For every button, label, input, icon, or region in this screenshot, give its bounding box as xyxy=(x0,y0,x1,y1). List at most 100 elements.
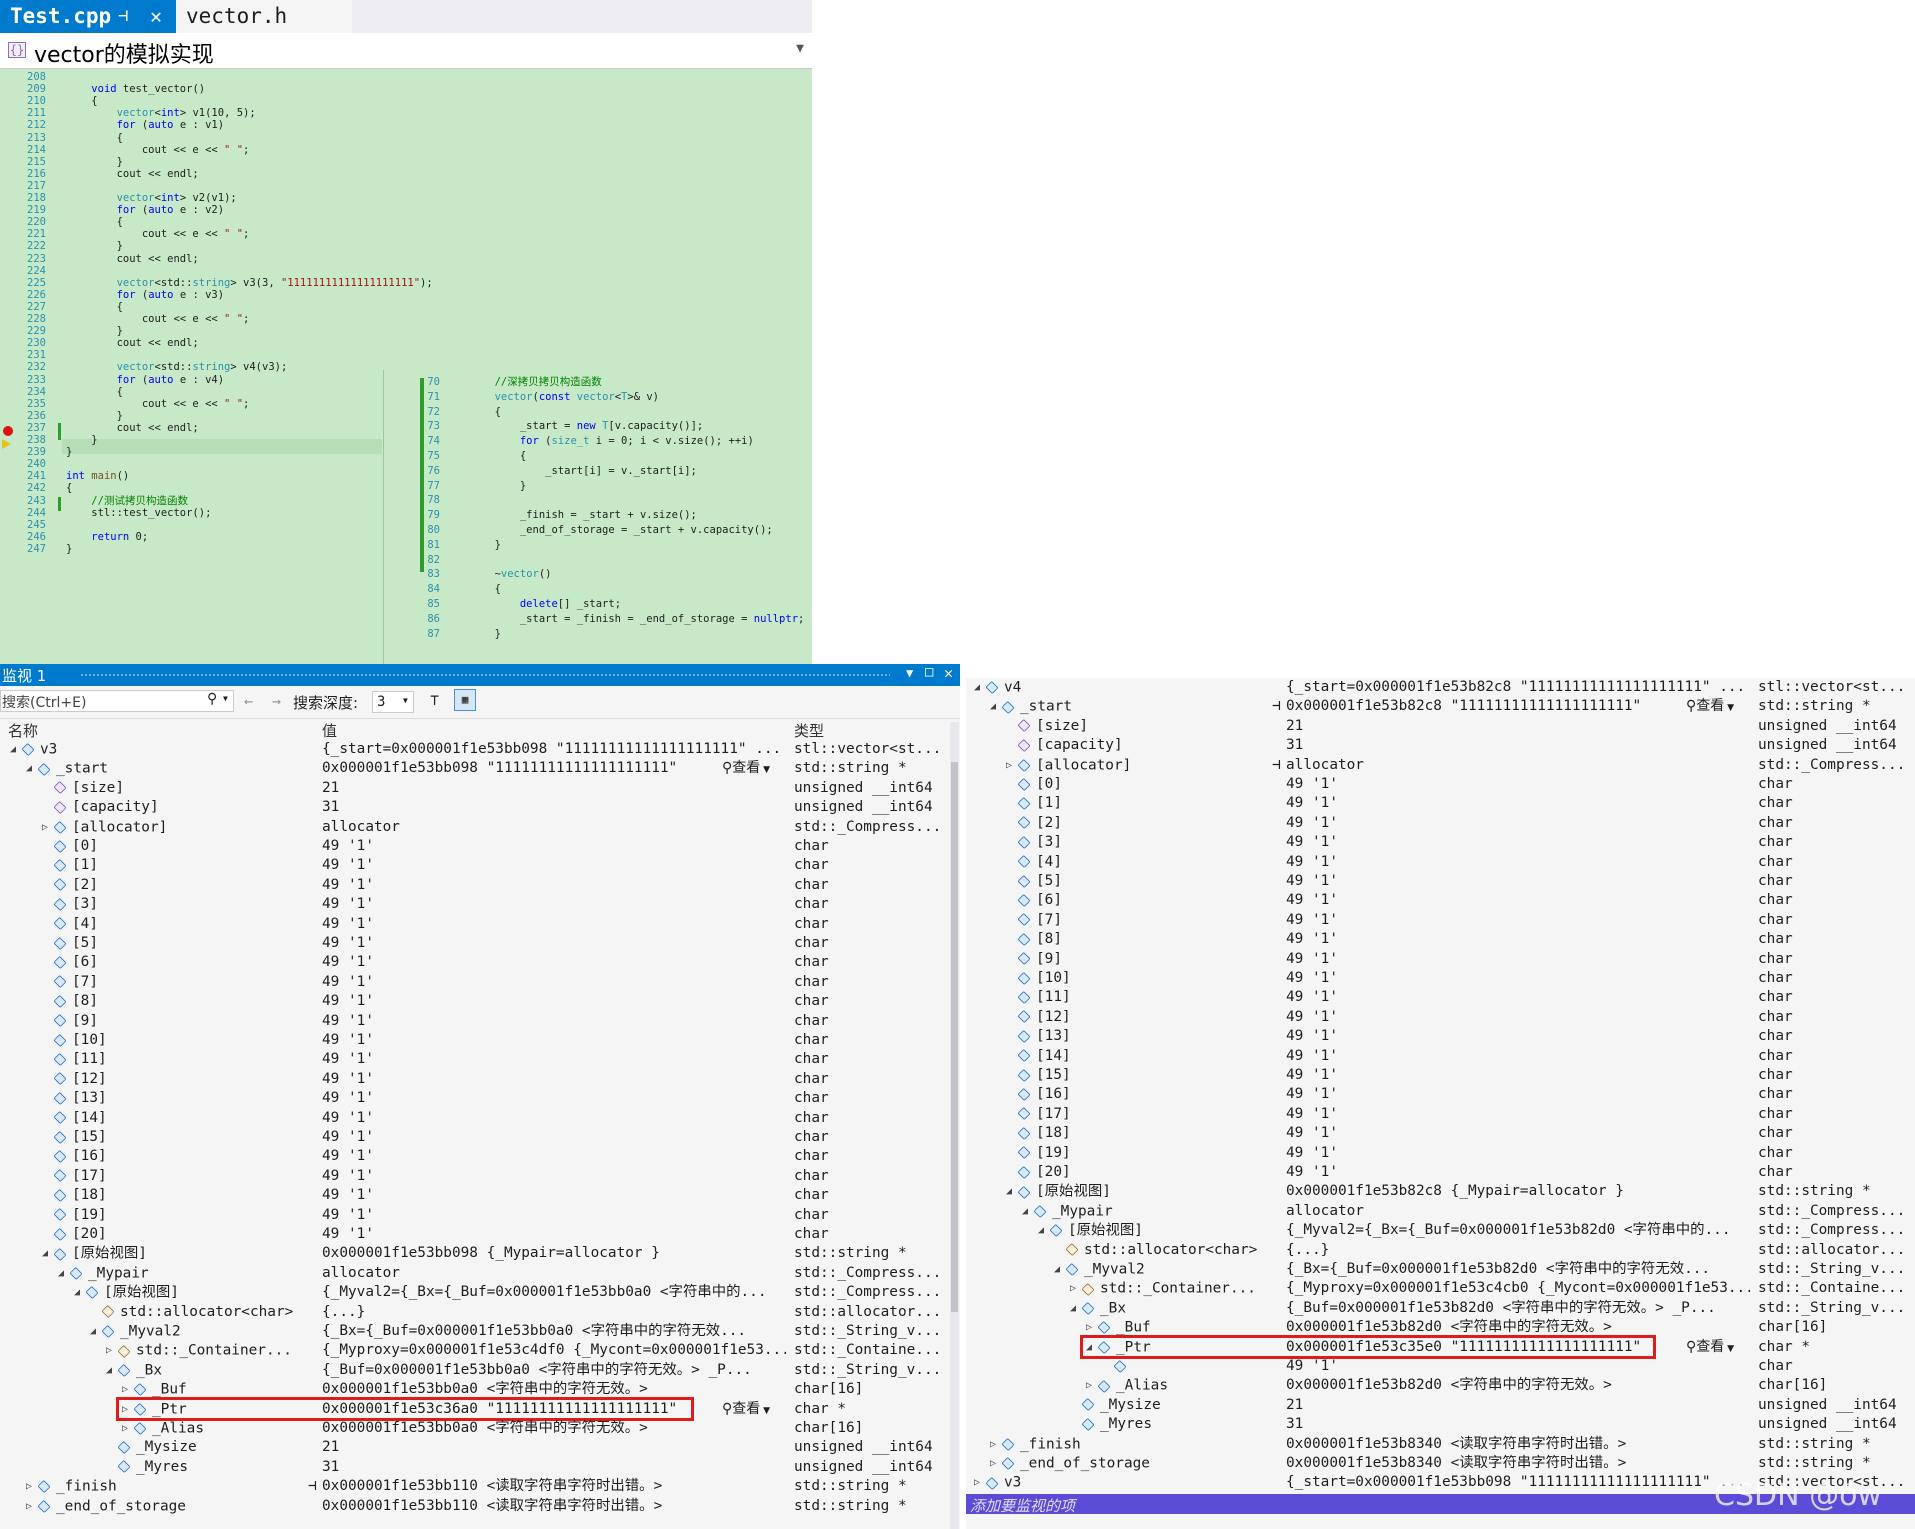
value-cell[interactable]: 49 '1' xyxy=(1286,872,1750,891)
value-cell[interactable]: 49 '1' xyxy=(1286,853,1750,872)
dropdown-icon[interactable]: ▼ xyxy=(906,666,913,680)
collapse-icon[interactable]: ◢ xyxy=(42,1244,54,1263)
tree-row[interactable]: ◢ v3 {_start=0x000001f1e53bb098 "111111111… xyxy=(0,740,948,759)
value-cell[interactable]: 31 xyxy=(1286,1415,1750,1434)
value-cell[interactable]: 31 xyxy=(322,1458,786,1477)
tree-row[interactable]: [size] 21 unsigned __int64 xyxy=(0,779,948,798)
value-cell[interactable]: {_start=0x000001f1e53bb098 "111111111111… xyxy=(322,740,786,759)
code-line[interactable]: } xyxy=(66,445,72,460)
scrollbar-thumb[interactable] xyxy=(951,762,958,1312)
forward-icon[interactable]: → xyxy=(272,692,281,710)
collapse-icon[interactable]: ◢ xyxy=(90,1322,102,1341)
value-cell[interactable]: 49 '1' xyxy=(1286,988,1750,1007)
code-line[interactable]: _finish = _start + v.size(); xyxy=(444,508,697,523)
expand-icon[interactable]: ▷ xyxy=(26,1477,38,1496)
tree-row[interactable]: [19] 49 '1' char xyxy=(966,1144,1913,1163)
code-line[interactable]: } xyxy=(66,542,72,557)
collapse-icon[interactable]: ◢ xyxy=(106,1361,118,1380)
tab-test-cpp[interactable]: Test.cpp ⊣ ✕ xyxy=(0,0,176,33)
tree-row[interactable]: ▷ std::_Container... {_Myproxy=0x000001f1e… xyxy=(966,1279,1913,1298)
code-line[interactable]: { xyxy=(444,582,501,597)
tree-row[interactable]: [18] 49 '1' char xyxy=(0,1186,948,1205)
value-cell[interactable]: {...} xyxy=(322,1303,786,1322)
code-line[interactable]: stl::test_vector(); xyxy=(66,506,211,521)
tree-row[interactable]: [8] 49 '1' char xyxy=(0,992,948,1011)
value-cell[interactable]: 0x000001f1e53bb098 "11111111111111111111… xyxy=(322,759,786,778)
value-cell[interactable]: 49 '1' xyxy=(1286,911,1750,930)
code-line[interactable]: //深拷贝拷贝构造函数 xyxy=(444,375,602,390)
search-box[interactable]: 搜索(Ctrl+E) ⚲ ▼ xyxy=(0,690,234,712)
tree-row[interactable]: [0] 49 '1' char xyxy=(966,775,1913,794)
collapse-icon[interactable]: ◢ xyxy=(1022,1202,1034,1221)
value-cell[interactable]: {_Bx={_Buf=0x000001f1e53bb0a0 <字符串中的字符无效… xyxy=(322,1322,786,1341)
tree-row[interactable]: _Mysize 21 unsigned __int64 xyxy=(0,1438,948,1457)
close-icon[interactable]: ✕ xyxy=(944,664,953,682)
value-cell[interactable]: 49 '1' xyxy=(1286,1144,1750,1163)
value-cell[interactable]: 49 '1' xyxy=(322,1186,786,1205)
value-cell[interactable]: 49 '1' xyxy=(322,973,786,992)
collapse-icon[interactable]: ◢ xyxy=(990,697,1002,716)
value-cell[interactable]: {_Myval2={_Bx={_Buf=0x000001f1e53b82d0 <… xyxy=(1286,1221,1750,1240)
collapse-icon[interactable]: ◢ xyxy=(10,740,22,759)
tree-row[interactable]: [10] 49 '1' char xyxy=(966,969,1913,988)
value-cell[interactable]: 21 xyxy=(322,779,786,798)
value-cell[interactable]: 49 '1' xyxy=(322,1012,786,1031)
value-cell[interactable]: 49 '1' xyxy=(322,1050,786,1069)
panel-title-bar[interactable]: 监视 1 ▼ □ ✕ xyxy=(0,664,960,686)
value-cell[interactable]: 49 '1' xyxy=(322,1147,786,1166)
value-cell[interactable]: 49 '1' xyxy=(322,837,786,856)
tree-row[interactable]: ▷ [allocator] allocator std::_Compress... xyxy=(0,818,948,837)
scrollbar[interactable] xyxy=(950,722,959,1529)
tree-row[interactable]: ◢ _Mypair allocator std::_Compress... xyxy=(966,1202,1913,1221)
tree-row[interactable]: [0] 49 '1' char xyxy=(0,837,948,856)
code-line[interactable]: { xyxy=(444,449,526,464)
value-cell[interactable]: 49 '1' xyxy=(1286,891,1750,910)
tree-row[interactable]: [16] 49 '1' char xyxy=(0,1147,948,1166)
value-cell[interactable]: 31 xyxy=(322,798,786,817)
value-cell[interactable]: 49 '1' xyxy=(1286,775,1750,794)
value-cell[interactable]: 49 '1' xyxy=(1286,833,1750,852)
tree-row[interactable]: [11] 49 '1' char xyxy=(0,1050,948,1069)
value-cell[interactable]: 49 '1' xyxy=(1286,1027,1750,1046)
tree-row[interactable]: 49 '1' char xyxy=(966,1357,1913,1376)
code-line[interactable]: _end_of_storage = _start + v.capacity(); xyxy=(444,523,773,538)
code-line[interactable]: return 0; xyxy=(66,530,148,545)
expand-icon[interactable]: ▷ xyxy=(1006,756,1018,775)
value-cell[interactable]: {_Myproxy=0x000001f1e53c4cb0 {_Mycont=0x… xyxy=(1286,1279,1750,1298)
tree-row[interactable]: [2] 49 '1' char xyxy=(966,814,1913,833)
tree-row[interactable]: [11] 49 '1' char xyxy=(966,988,1913,1007)
tree-row[interactable]: ◢ _Myval2 {_Bx={_Buf=0x000001f1e53bb0a0 <字… xyxy=(0,1322,948,1341)
value-cell[interactable]: 49 '1' xyxy=(322,992,786,1011)
collapse-icon[interactable]: ◢ xyxy=(74,1283,86,1302)
chevron-down-icon[interactable]: ▼ xyxy=(796,41,804,56)
tree-row[interactable]: [14] 49 '1' char xyxy=(0,1109,948,1128)
tree-row[interactable]: std::allocator<char> {...} std::allocator.… xyxy=(0,1303,948,1322)
tree-row[interactable]: [capacity] 31 unsigned __int64 xyxy=(0,798,948,817)
tree-row[interactable]: [6] 49 '1' char xyxy=(966,891,1913,910)
value-cell[interactable]: 0x000001f1e53b8340 <读取字符串字符时出错。> xyxy=(1286,1435,1750,1454)
tree-row[interactable]: [capacity] 31 unsigned __int64 xyxy=(966,736,1913,755)
tree-row[interactable]: [7] 49 '1' char xyxy=(966,911,1913,930)
value-cell[interactable]: 49 '1' xyxy=(322,1206,786,1225)
tree-row[interactable]: [4] 49 '1' char xyxy=(966,853,1913,872)
value-cell[interactable]: {_Buf=0x000001f1e53b82d0 <字符串中的字符无效。> _P… xyxy=(1286,1299,1750,1318)
tree-row[interactable]: ◢ _Bx {_Buf=0x000001f1e53b82d0 <字符串中的字符无效。… xyxy=(966,1299,1913,1318)
value-cell[interactable]: {_Myproxy=0x000001f1e53c4df0 {_Mycont=0x… xyxy=(322,1341,786,1360)
tree-row[interactable]: [1] 49 '1' char xyxy=(966,794,1913,813)
expand-icon[interactable]: ▷ xyxy=(106,1341,118,1360)
tree-row[interactable]: [20] 49 '1' char xyxy=(966,1163,1913,1182)
tree-row[interactable]: ◢ [原始视图] {_Myval2={_Bx={_Buf=0x000001f1e53… xyxy=(0,1283,948,1302)
expand-icon[interactable]: ▷ xyxy=(42,818,54,837)
back-icon[interactable]: ← xyxy=(244,692,253,710)
col-value-header[interactable]: 值 xyxy=(322,720,337,741)
tree-row[interactable]: ◢ _Mypair allocator std::_Compress... xyxy=(0,1264,948,1283)
code-line[interactable]: } xyxy=(444,627,501,642)
view-button[interactable]: ⚲查看 ▼ xyxy=(722,759,770,780)
expand-icon[interactable]: ▷ xyxy=(122,1419,134,1438)
tree-row[interactable]: [9] 49 '1' char xyxy=(966,950,1913,969)
value-cell[interactable]: 21 xyxy=(1286,1396,1750,1415)
value-cell[interactable]: 49 '1' xyxy=(1286,1047,1750,1066)
tree-row[interactable]: [3] 49 '1' char xyxy=(966,833,1913,852)
value-cell[interactable]: allocator xyxy=(322,1264,786,1283)
search-icon[interactable]: ⚲ xyxy=(207,691,217,707)
